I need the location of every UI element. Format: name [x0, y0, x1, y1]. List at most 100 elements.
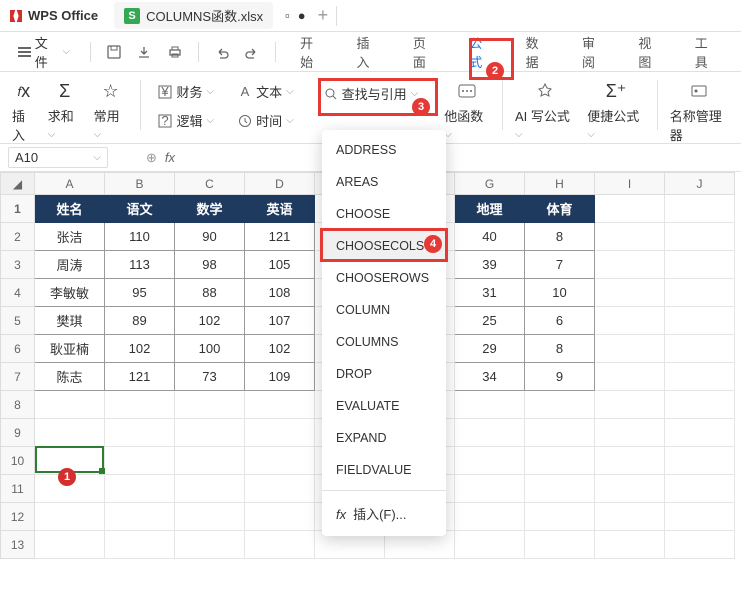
row-header[interactable]: 10 [1, 447, 35, 475]
row-header[interactable]: 2 [1, 223, 35, 251]
file-tab[interactable]: S COLUMNS函数.xlsx [114, 2, 273, 29]
cell[interactable] [595, 419, 665, 447]
cell[interactable] [175, 503, 245, 531]
cell[interactable]: 6 [525, 307, 595, 335]
cell[interactable]: 10 [525, 279, 595, 307]
cell[interactable] [105, 503, 175, 531]
cell[interactable] [665, 391, 735, 419]
cell[interactable]: 88 [175, 279, 245, 307]
cell[interactable]: 8 [525, 223, 595, 251]
name-manager-button[interactable]: 名称管理器 [670, 80, 729, 144]
tab-menu-icon[interactable]: ▫ [285, 8, 290, 23]
cell[interactable]: 张洁 [35, 223, 105, 251]
cell[interactable] [455, 475, 525, 503]
cell[interactable] [175, 475, 245, 503]
dropdown-item-expand[interactable]: EXPAND [322, 422, 446, 454]
cell[interactable] [595, 475, 665, 503]
cell[interactable]: 110 [105, 223, 175, 251]
cell[interactable] [175, 391, 245, 419]
cell[interactable] [665, 447, 735, 475]
cell[interactable]: 李敏敏 [35, 279, 105, 307]
col-header[interactable]: D [245, 173, 315, 195]
cell[interactable] [455, 419, 525, 447]
lookup-button[interactable]: 查找与引用 ⌵ [316, 80, 427, 107]
cell[interactable] [665, 251, 735, 279]
insert-function-item[interactable]: fx 插入(F)... [322, 495, 446, 532]
cell[interactable]: 体育 [525, 195, 595, 223]
common-button[interactable]: ☆ 常用 ⌵ [94, 80, 128, 140]
tab-data[interactable]: 数据 [512, 27, 564, 77]
cell[interactable]: 数学 [175, 195, 245, 223]
cell[interactable] [665, 363, 735, 391]
cell[interactable]: 周涛 [35, 251, 105, 279]
cell[interactable] [525, 447, 595, 475]
tab-tools[interactable]: 工具 [681, 27, 733, 77]
col-header[interactable]: H [525, 173, 595, 195]
dropdown-item-choose[interactable]: CHOOSE [322, 198, 446, 230]
cell[interactable] [595, 363, 665, 391]
cell[interactable] [455, 447, 525, 475]
dropdown-item-drop[interactable]: DROP [322, 358, 446, 390]
cell[interactable] [105, 531, 175, 559]
dropdown-item-fieldvalue[interactable]: FIELDVALUE [322, 454, 446, 486]
cell[interactable] [175, 531, 245, 559]
finance-button[interactable]: ¥财务⌵ [152, 80, 220, 103]
cell[interactable]: 英语 [245, 195, 315, 223]
cell[interactable] [105, 419, 175, 447]
export-button[interactable] [131, 38, 157, 66]
cell[interactable]: 语文 [105, 195, 175, 223]
cell[interactable] [35, 419, 105, 447]
cell[interactable]: 102 [105, 335, 175, 363]
cell[interactable] [595, 503, 665, 531]
cell[interactable] [665, 419, 735, 447]
insert-function-button[interactable]: fx 插入 [12, 80, 36, 144]
tab-insert[interactable]: 插入 [342, 27, 394, 77]
row-header[interactable]: 6 [1, 335, 35, 363]
redo-button[interactable] [239, 38, 265, 66]
cell[interactable]: 107 [245, 307, 315, 335]
cell[interactable]: 109 [245, 363, 315, 391]
cell[interactable] [525, 475, 595, 503]
select-all-corner[interactable]: ◢ [1, 173, 35, 195]
tab-close-icon[interactable]: ● [298, 8, 306, 23]
print-button[interactable] [162, 38, 188, 66]
cell[interactable] [175, 447, 245, 475]
cell[interactable]: 100 [175, 335, 245, 363]
cell[interactable] [595, 279, 665, 307]
cell[interactable] [105, 391, 175, 419]
row-header[interactable]: 1 [1, 195, 35, 223]
cell[interactable]: 姓名 [35, 195, 105, 223]
cell[interactable] [665, 531, 735, 559]
add-tab-button[interactable]: + [318, 5, 329, 26]
row-header[interactable]: 4 [1, 279, 35, 307]
cell[interactable] [245, 531, 315, 559]
name-box[interactable]: A10 ⌵ [8, 147, 108, 168]
cell[interactable] [595, 447, 665, 475]
cell[interactable] [455, 531, 525, 559]
cell[interactable] [35, 503, 105, 531]
cell[interactable] [245, 475, 315, 503]
dropdown-item-chooserows[interactable]: CHOOSEROWS [322, 262, 446, 294]
cell[interactable] [245, 447, 315, 475]
cell[interactable]: 95 [105, 279, 175, 307]
row-header[interactable]: 5 [1, 307, 35, 335]
cell[interactable] [245, 503, 315, 531]
tab-page[interactable]: 页面 [399, 27, 451, 77]
row-header[interactable]: 11 [1, 475, 35, 503]
cell[interactable] [455, 391, 525, 419]
cell[interactable]: 樊琪 [35, 307, 105, 335]
zoom-icon[interactable]: ⊕ [146, 150, 157, 166]
col-header[interactable]: J [665, 173, 735, 195]
dropdown-item-columns[interactable]: COLUMNS [322, 326, 446, 358]
cell[interactable] [525, 503, 595, 531]
cell[interactable] [665, 503, 735, 531]
row-header[interactable]: 3 [1, 251, 35, 279]
dropdown-item-address[interactable]: ADDRESS [322, 134, 446, 166]
file-menu[interactable]: 文件 ⌵ [8, 27, 80, 77]
col-header[interactable]: A [35, 173, 105, 195]
row-header[interactable]: 8 [1, 391, 35, 419]
cell[interactable] [665, 195, 735, 223]
cell[interactable]: 98 [175, 251, 245, 279]
tab-view[interactable]: 视图 [624, 27, 676, 77]
sum-button[interactable]: Σ 求和 ⌵ [48, 80, 82, 140]
